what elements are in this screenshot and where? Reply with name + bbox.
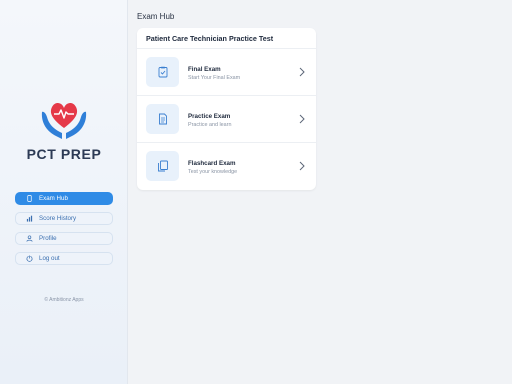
exam-name: Final Exam — [188, 66, 221, 73]
brand-name: PCT PREP — [26, 146, 102, 162]
sidebar-item-label: Log out — [39, 255, 60, 262]
sidebar-item-profile[interactable]: Profile — [15, 232, 113, 245]
sidebar: PCT PREP Exam Hub Score History Profile … — [0, 0, 128, 384]
exam-subtitle: Test your knowledge — [188, 169, 238, 175]
exam-row-final[interactable]: Final Exam Start Your Final Exam — [137, 49, 316, 96]
sidebar-item-label: Exam Hub — [39, 195, 68, 202]
user-icon — [25, 235, 33, 243]
heart-hands-logo-icon — [41, 102, 87, 139]
page-title: Exam Hub — [137, 12, 175, 21]
document-icon — [146, 104, 179, 134]
chart-icon — [25, 215, 33, 223]
chevron-right-icon — [299, 67, 305, 77]
exam-name: Flashcard Exam — [188, 160, 236, 167]
sidebar-item-exam-hub[interactable]: Exam Hub — [15, 192, 113, 205]
exam-subtitle: Practice and learn — [188, 122, 232, 128]
exam-row-flashcard[interactable]: Flashcard Exam Test your knowledge — [137, 143, 316, 190]
copyright-text: © Ambitionz Apps — [44, 297, 84, 303]
logout-icon — [25, 255, 33, 263]
exam-card: Patient Care Technician Practice Test Fi… — [137, 28, 316, 190]
exam-subtitle: Start Your Final Exam — [188, 75, 241, 81]
sidebar-item-score-history[interactable]: Score History — [15, 212, 113, 225]
sidebar-item-label: Profile — [39, 235, 57, 242]
exam-name: Practice Exam — [188, 113, 231, 120]
chevron-right-icon — [299, 161, 305, 171]
exam-row-practice[interactable]: Practice Exam Practice and learn — [137, 96, 316, 143]
cards-icon — [146, 151, 179, 181]
sidebar-item-label: Score History — [39, 215, 77, 222]
phone-icon — [25, 195, 33, 203]
clipboard-check-icon — [146, 57, 179, 87]
card-title: Patient Care Technician Practice Test — [137, 28, 316, 49]
sidebar-item-log-out[interactable]: Log out — [15, 252, 113, 265]
chevron-right-icon — [299, 114, 305, 124]
